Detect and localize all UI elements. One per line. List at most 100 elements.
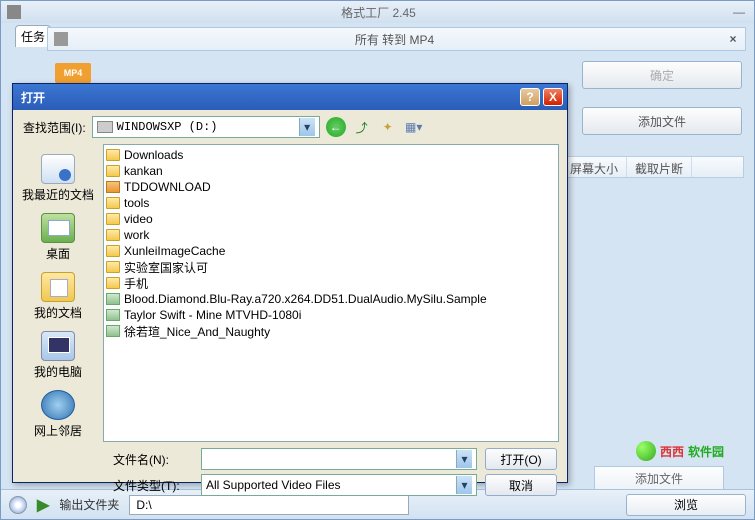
list-item[interactable]: work [106, 227, 556, 243]
right-panel: 确定 添加文件 [582, 61, 742, 153]
open-button[interactable]: 打开(O) [485, 448, 557, 470]
dialog-bottom: 文件名(N): ▾ 打开(O) 文件类型(T): All Supported V… [13, 442, 567, 498]
file-name: kankan [124, 164, 163, 178]
lookin-row: 查找范围(I): WINDOWSXP (D:) ▾ ← ⤴ ✦ ▦▾ [13, 110, 567, 144]
folder-icon [106, 261, 120, 273]
folder-icon [106, 213, 120, 225]
cd-icon[interactable] [9, 496, 27, 514]
subbar-title: 所有 转到 MP4 [68, 31, 721, 48]
col-screen-size[interactable]: 屏幕大小 [562, 157, 627, 177]
drive-icon [97, 121, 113, 133]
minimize-button[interactable]: — [730, 5, 748, 19]
browse-button[interactable]: 浏览 [626, 494, 746, 516]
place-desktop[interactable]: 桌面 [18, 209, 98, 266]
subbar-close-button[interactable]: × [721, 32, 745, 46]
watermark-text-b: 软件园 [688, 443, 724, 460]
file-name: work [124, 228, 149, 242]
dialog-close-button[interactable]: X [543, 88, 563, 106]
places-bar: 我最近的文档 桌面 我的文档 我的电脑 网上邻居 [13, 144, 103, 442]
watermark: 西西 软件园 [636, 441, 724, 461]
recent-icon [41, 154, 75, 184]
desktop-icon [41, 213, 75, 243]
file-name: Blood.Diamond.Blu-Ray.a720.x264.DD51.Dua… [124, 292, 487, 306]
file-name: Downloads [124, 148, 183, 162]
list-item[interactable]: kankan [106, 163, 556, 179]
list-item[interactable]: video [106, 211, 556, 227]
columns-header: 屏幕大小 截取片断 [561, 156, 744, 178]
computer-icon [41, 331, 75, 361]
cancel-button[interactable]: 取消 [485, 474, 557, 496]
folder-icon [106, 229, 120, 241]
watermark-text-a: 西西 [660, 443, 684, 460]
file-name: Taylor Swift - Mine MTVHD-1080i [124, 308, 301, 322]
new-folder-icon[interactable]: ✦ [378, 117, 398, 137]
col-crop[interactable]: 截取片断 [627, 157, 692, 177]
nav-up-icon[interactable]: ⤴ [352, 117, 372, 137]
list-item[interactable]: Taylor Swift - Mine MTVHD-1080i [106, 307, 556, 323]
file-name: tools [124, 196, 149, 210]
lookin-label: 查找范围(I): [23, 119, 86, 136]
place-documents[interactable]: 我的文档 [18, 268, 98, 325]
folder-icon [106, 197, 120, 209]
convert-sub-bar: 所有 转到 MP4 × [47, 27, 746, 51]
add-file-ghost-label: 添加文件 [635, 470, 683, 487]
subbar-icon [54, 32, 68, 46]
video-icon [106, 293, 120, 305]
list-item[interactable]: Downloads [106, 147, 556, 163]
view-menu-icon[interactable]: ▦▾ [404, 117, 424, 137]
file-name: video [124, 212, 153, 226]
video-icon [106, 309, 120, 321]
folder-icon [106, 245, 120, 257]
list-item[interactable]: tools [106, 195, 556, 211]
dl-icon [106, 181, 120, 193]
chevron-down-icon[interactable]: ▾ [456, 450, 472, 468]
place-recent[interactable]: 我最近的文档 [18, 150, 98, 207]
file-name: 手机 [124, 275, 148, 292]
filename-label: 文件名(N): [113, 451, 193, 468]
app-icon [7, 5, 21, 19]
filetype-combo[interactable]: All Supported Video Files▾ [201, 474, 477, 496]
file-name: TDDOWNLOAD [124, 180, 211, 194]
filetype-label: 文件类型(T): [113, 477, 193, 494]
task-tab-label: 任务 [21, 28, 45, 45]
output-folder-label: 输出文件夹 [59, 496, 119, 513]
list-item[interactable]: 手机 [106, 275, 556, 291]
add-file-ghost-button[interactable]: 添加文件 [594, 466, 724, 490]
list-item[interactable]: TDDOWNLOAD [106, 179, 556, 195]
dialog-title: 打开 [17, 89, 520, 106]
main-titlebar: 格式工厂 2.45 — [1, 1, 754, 23]
folder-icon [106, 165, 120, 177]
file-name: 实验室国家认可 [124, 259, 208, 276]
app-title: 格式工厂 2.45 [27, 4, 730, 21]
list-item[interactable]: 徐若瑄_Nice_And_Naughty [106, 323, 556, 339]
nav-back-icon[interactable]: ← [326, 117, 346, 137]
list-item[interactable]: XunleiImageCache [106, 243, 556, 259]
lookin-value: WINDOWSXP (D:) [117, 120, 295, 134]
dialog-help-button[interactable]: ? [520, 88, 540, 106]
file-name: XunleiImageCache [124, 244, 225, 258]
folder-icon [106, 149, 120, 161]
ok-button[interactable]: 确定 [582, 61, 742, 89]
task-tab[interactable]: 任务 [15, 25, 51, 47]
documents-icon [41, 272, 75, 302]
chevron-down-icon[interactable]: ▾ [456, 476, 472, 494]
list-item[interactable]: 实验室国家认可 [106, 259, 556, 275]
watermark-ball-icon [636, 441, 656, 461]
lookin-combo[interactable]: WINDOWSXP (D:) ▾ [92, 116, 320, 138]
file-name: 徐若瑄_Nice_And_Naughty [124, 323, 270, 340]
browse-label: 浏览 [674, 496, 698, 513]
ok-button-label: 确定 [650, 67, 674, 84]
filename-input[interactable]: ▾ [201, 448, 477, 470]
place-computer[interactable]: 我的电脑 [18, 327, 98, 384]
add-file-label: 添加文件 [638, 113, 686, 130]
open-dialog: 打开 ? X 查找范围(I): WINDOWSXP (D:) ▾ ← ⤴ ✦ ▦… [12, 83, 568, 483]
file-list[interactable]: Downloads kankan TDDOWNLOAD tools video work X… [103, 144, 559, 442]
dialog-body: 我最近的文档 桌面 我的文档 我的电脑 网上邻居 Downloads kankan… [13, 144, 567, 442]
dialog-titlebar[interactable]: 打开 ? X [13, 84, 567, 110]
place-network[interactable]: 网上邻居 [18, 386, 98, 443]
chevron-down-icon[interactable]: ▾ [299, 118, 315, 136]
list-item[interactable]: Blood.Diamond.Blu-Ray.a720.x264.DD51.Dua… [106, 291, 556, 307]
network-icon [41, 390, 75, 420]
add-file-button[interactable]: 添加文件 [582, 107, 742, 135]
folder-icon [106, 277, 120, 289]
